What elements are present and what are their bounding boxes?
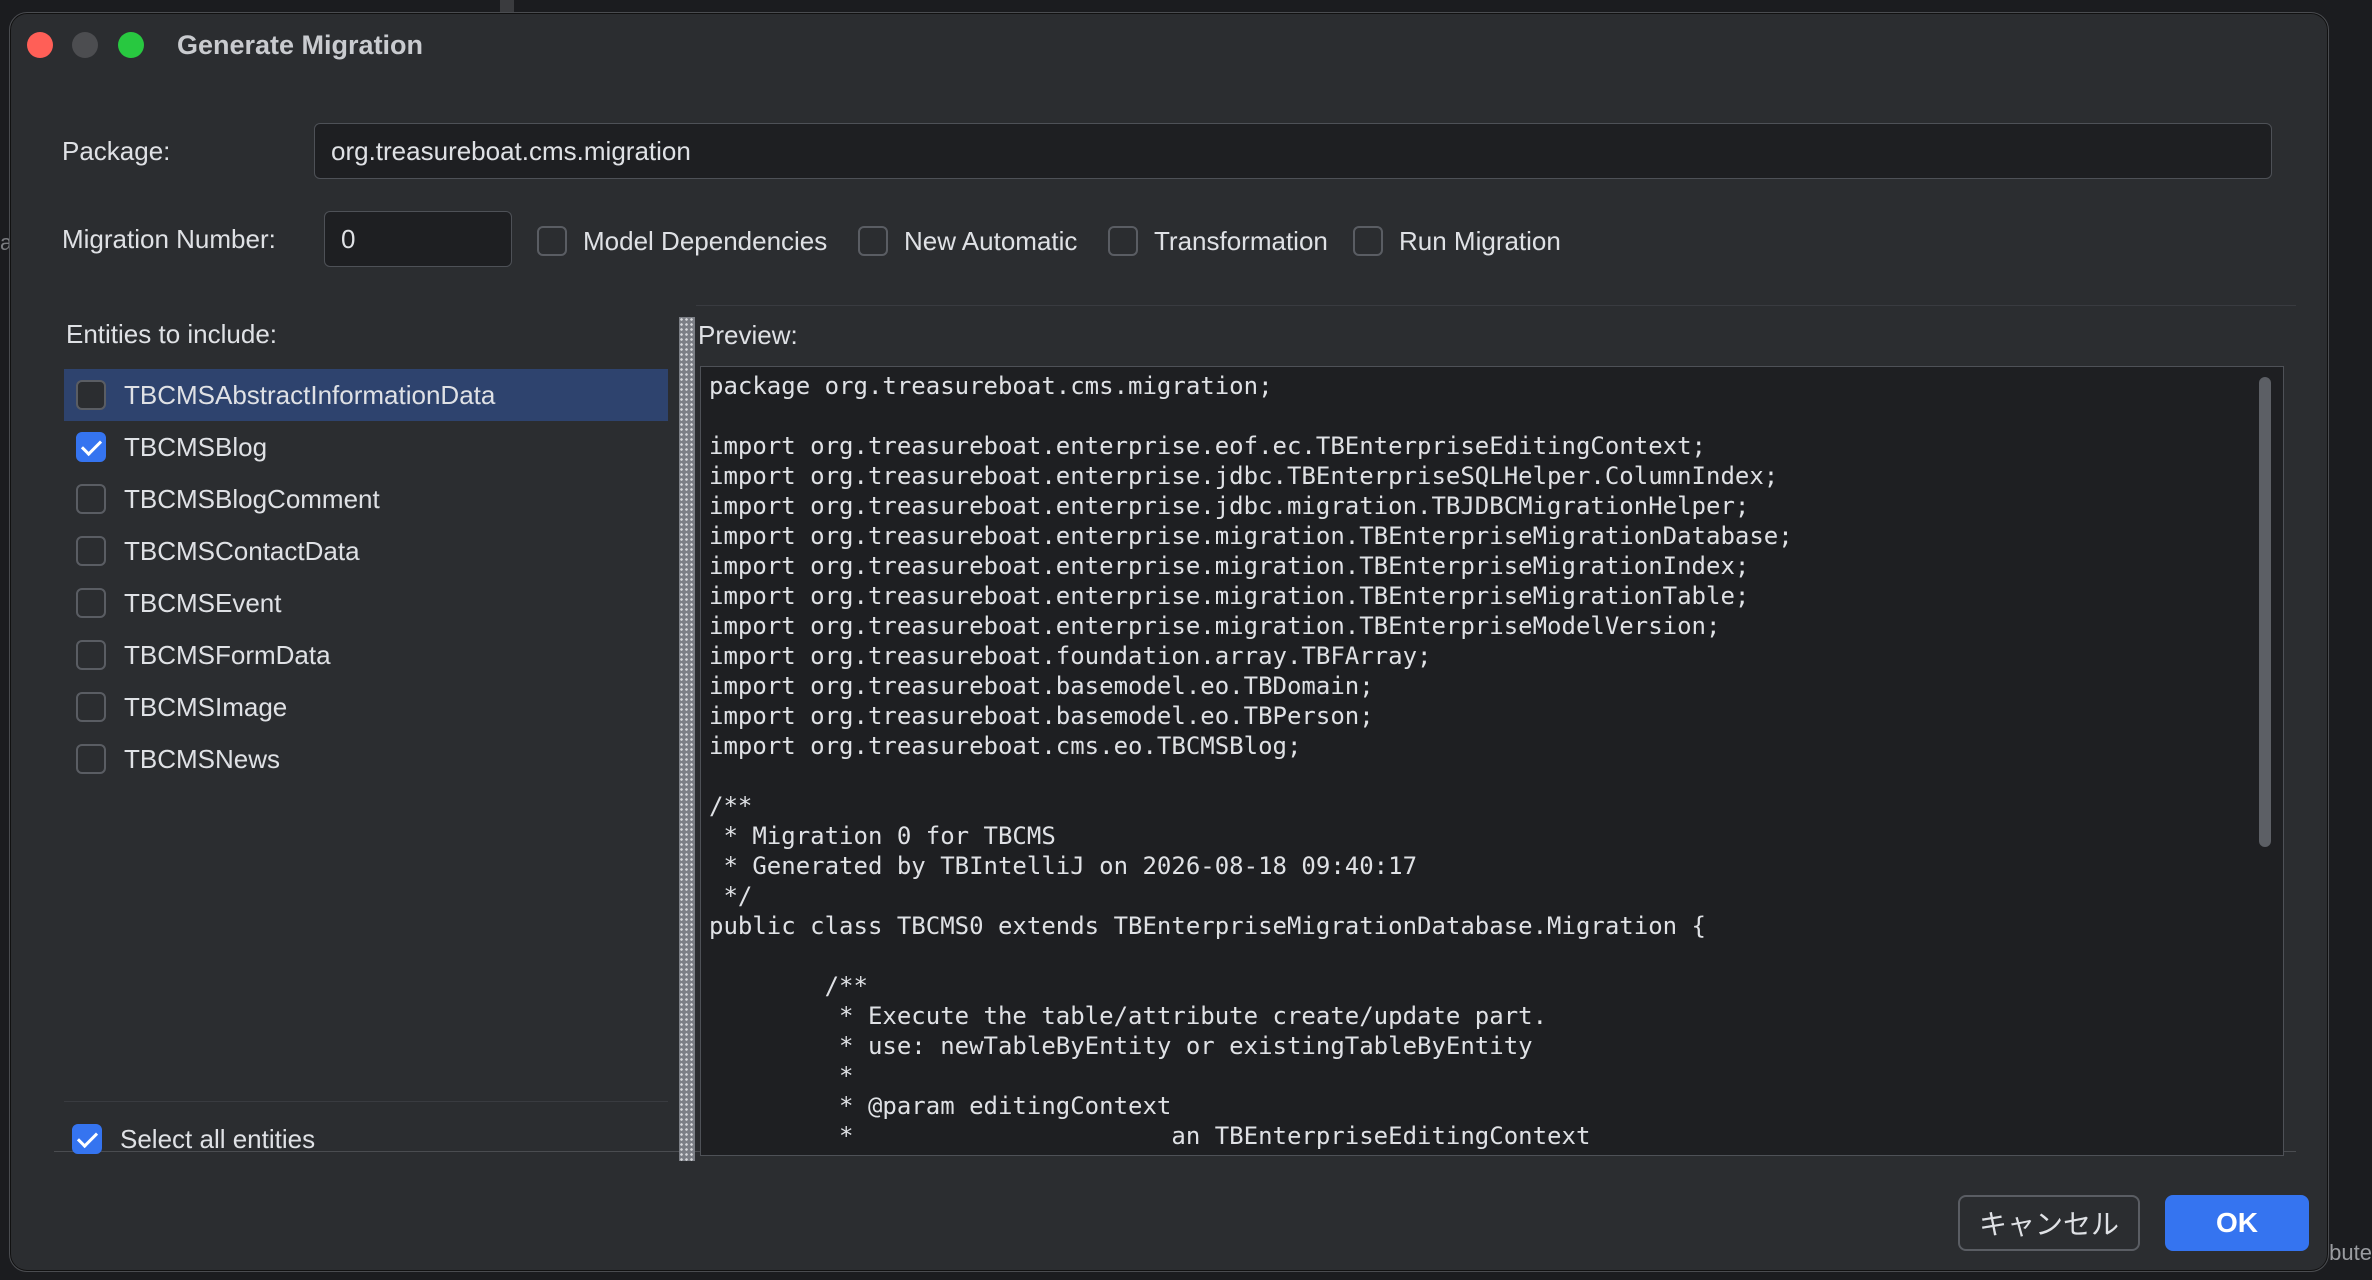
entity-checkbox[interactable]: [76, 484, 106, 514]
entity-label: TBCMSAbstractInformationData: [124, 379, 496, 410]
background-window-edge: [500, 0, 514, 12]
entity-row-tbcmsabstractinformationdata[interactable]: TBCMSAbstractInformationData: [64, 369, 668, 421]
checkbox-label: Transformation: [1154, 225, 1328, 256]
entity-checkbox[interactable]: [76, 640, 106, 670]
checkbox-box[interactable]: [537, 226, 567, 256]
preview-scrollbar[interactable]: [2259, 377, 2271, 847]
checkbox-box[interactable]: [1353, 226, 1383, 256]
entity-label: TBCMSBlog: [124, 431, 268, 462]
entity-row-tbcmsformdata[interactable]: TBCMSFormData: [64, 629, 668, 681]
checkbox-box[interactable]: [1108, 226, 1138, 256]
entity-checkbox[interactable]: [76, 692, 106, 722]
entity-label: TBCMSNews: [124, 743, 281, 774]
close-window-button[interactable]: [27, 32, 53, 58]
split-pane-divider-handle[interactable]: [679, 317, 695, 1161]
title-bar: Generate Migration: [10, 13, 2328, 79]
entities-list[interactable]: TBCMSAbstractInformationData TBCMSBlog T…: [64, 369, 668, 785]
select-all-label: Select all entities: [120, 1123, 316, 1154]
entity-row-tbcmsnews[interactable]: TBCMSNews: [64, 733, 668, 785]
model-dependencies-checkbox[interactable]: Model Dependencies: [537, 221, 827, 261]
ok-button[interactable]: OK: [2165, 1195, 2309, 1251]
entity-row-tbcmsimage[interactable]: TBCMSImage: [64, 681, 668, 733]
entities-panel: Entities to include: TBCMSAbstractInform…: [54, 305, 668, 1154]
entity-label: TBCMSBlogComment: [124, 483, 380, 514]
run-migration-checkbox[interactable]: Run Migration: [1353, 221, 1561, 261]
generate-migration-dialog: Generate Migration Package: Migration Nu…: [9, 12, 2329, 1272]
preview-code-text: package org.treasureboat.cms.migration; …: [709, 372, 1793, 1150]
transformation-checkbox[interactable]: Transformation: [1108, 221, 1328, 261]
select-all-entities-checkbox[interactable]: Select all entities: [72, 1119, 315, 1159]
entity-row-tbcmscontactdata[interactable]: TBCMSContactData: [64, 525, 668, 577]
background-window-text-corner: ibute: [2324, 1240, 2372, 1265]
dialog-title: Generate Migration: [177, 30, 424, 60]
checkbox-label: Model Dependencies: [583, 225, 828, 256]
entity-label: TBCMSImage: [124, 691, 288, 722]
entity-row-tbcmsblogcomment[interactable]: TBCMSBlogComment: [64, 473, 668, 525]
preview-panel: Preview: package org.treasureboat.cms.mi…: [696, 305, 2296, 1156]
entities-separator: [64, 1101, 668, 1102]
entity-row-tbcmsblog[interactable]: TBCMSBlog: [64, 421, 668, 473]
entity-checkbox[interactable]: [76, 588, 106, 618]
cancel-button[interactable]: キャンセル: [1958, 1195, 2140, 1251]
entity-label: TBCMSContactData: [124, 535, 360, 566]
package-input[interactable]: [314, 123, 2272, 179]
entity-checkbox[interactable]: [76, 432, 106, 462]
entity-checkbox[interactable]: [76, 380, 106, 410]
minimize-window-button[interactable]: [72, 32, 98, 58]
checkbox-box[interactable]: [858, 226, 888, 256]
entity-label: TBCMSEvent: [124, 587, 282, 618]
entities-header: Entities to include:: [66, 319, 278, 349]
checkbox-box[interactable]: [72, 1124, 102, 1154]
zoom-window-button[interactable]: [118, 32, 144, 58]
new-automatic-checkbox[interactable]: New Automatic: [858, 221, 1077, 261]
entity-checkbox[interactable]: [76, 744, 106, 774]
entity-row-tbcmsevent[interactable]: TBCMSEvent: [64, 577, 668, 629]
entity-checkbox[interactable]: [76, 536, 106, 566]
checkbox-label: Run Migration: [1399, 225, 1561, 256]
checkbox-label: New Automatic: [904, 225, 1078, 256]
package-label: Package:: [62, 136, 171, 166]
migration-number-input[interactable]: [324, 211, 512, 267]
preview-header: Preview:: [698, 320, 798, 350]
preview-code-area[interactable]: package org.treasureboat.cms.migration; …: [700, 366, 2284, 1156]
entity-label: TBCMSFormData: [124, 639, 331, 670]
migration-number-label: Migration Number:: [62, 224, 276, 254]
